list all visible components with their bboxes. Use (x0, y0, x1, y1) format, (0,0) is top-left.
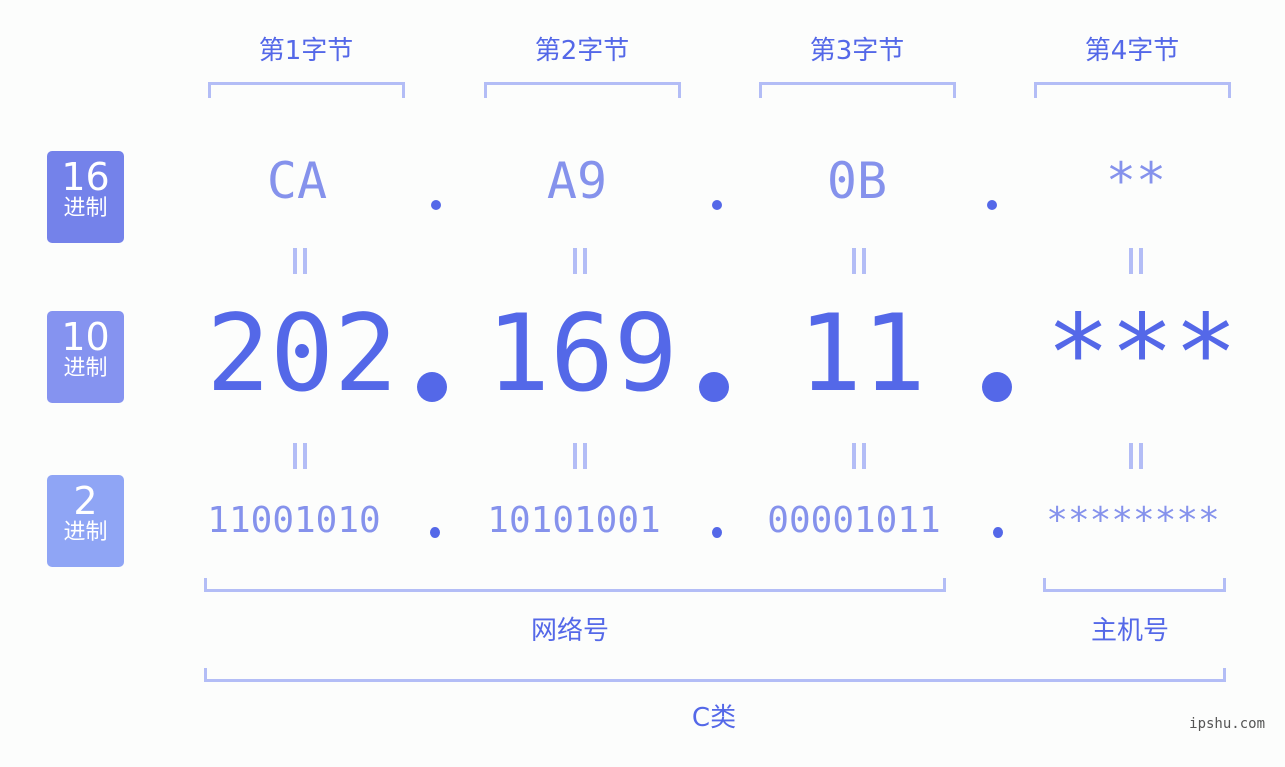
hex-byte-1: CA (266, 152, 328, 210)
bin-separator-dot (430, 527, 440, 538)
byte-label-3: 第3字节 (809, 36, 905, 66)
byte-bracket-3 (759, 82, 956, 98)
dec-byte-1: 202 (206, 292, 398, 415)
dec-separator-dot (699, 372, 729, 402)
dec-byte-2: 169 (486, 292, 678, 415)
dec-badge-unit: 进制 (63, 356, 108, 381)
class-bracket (204, 668, 1226, 682)
bin-byte-2: 10101001 (487, 500, 661, 541)
hex-byte-2: A9 (546, 152, 608, 210)
network-label: 网络号 (530, 616, 609, 646)
bin-badge-unit: 进制 (63, 520, 108, 545)
bin-byte-4: ******** (1046, 500, 1220, 541)
equals-icon (280, 443, 320, 473)
bin-separator-dot (712, 527, 722, 538)
host-label: 主机号 (1090, 616, 1169, 646)
hex-badge-number: 16 (61, 155, 110, 199)
watermark: ipshu.com (1189, 716, 1265, 732)
equals-icon (280, 248, 320, 278)
equals-icon (1116, 443, 1156, 473)
dec-byte-4: *** (1046, 292, 1238, 415)
bin-byte-3: 00001011 (767, 500, 941, 541)
hex-separator-dot (987, 200, 997, 210)
hex-separator-dot (431, 200, 441, 210)
equals-icon (560, 443, 600, 473)
dec-byte-3: 11 (798, 292, 926, 415)
hex-separator-dot (712, 200, 722, 210)
network-bracket (204, 578, 946, 592)
equals-icon (839, 248, 879, 278)
host-bracket (1043, 578, 1226, 592)
dec-separator-dot (982, 372, 1012, 402)
hex-byte-4: ** (1105, 152, 1167, 210)
byte-label-2: 第2字节 (534, 36, 630, 66)
bin-separator-dot (993, 527, 1003, 538)
hex-byte-3: 0B (826, 152, 888, 210)
dec-badge-number: 10 (61, 315, 110, 359)
dec-badge: 10 进制 (47, 311, 124, 403)
equals-icon (1116, 248, 1156, 278)
byte-bracket-1 (208, 82, 405, 98)
byte-label-4: 第4字节 (1084, 36, 1180, 66)
byte-bracket-4 (1034, 82, 1231, 98)
equals-icon (560, 248, 600, 278)
bin-badge: 2 进制 (47, 475, 124, 567)
hex-badge-unit: 进制 (63, 196, 108, 221)
class-label: C类 (691, 703, 737, 733)
dec-separator-dot (417, 372, 447, 402)
hex-badge: 16 进制 (47, 151, 124, 243)
bin-badge-number: 2 (73, 479, 98, 523)
byte-label-1: 第1字节 (258, 36, 354, 66)
byte-bracket-2 (484, 82, 681, 98)
bin-byte-1: 11001010 (207, 500, 381, 541)
equals-icon (839, 443, 879, 473)
